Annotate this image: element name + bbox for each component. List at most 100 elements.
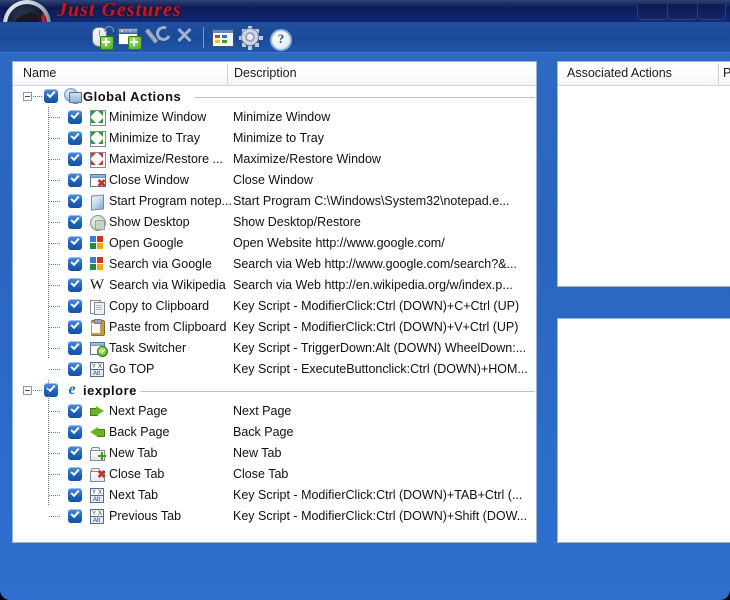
row-description: Minimize to Tray bbox=[233, 131, 324, 145]
row-checkbox[interactable] bbox=[68, 277, 82, 292]
tree-row[interactable]: Next Page Next Page bbox=[13, 401, 536, 422]
globe-monitor-icon bbox=[64, 88, 82, 104]
tree-row[interactable]: Minimize to Tray Minimize to Tray bbox=[13, 128, 536, 149]
gear-tooth bbox=[259, 36, 263, 40]
minimize-tray-icon bbox=[89, 130, 106, 147]
tree-row[interactable]: Start Program notep... Start Program C:\… bbox=[13, 191, 536, 212]
delete-button[interactable]: ✕ bbox=[172, 25, 198, 51]
google-glyph bbox=[90, 236, 104, 250]
gesture-preview-panel[interactable] bbox=[557, 318, 730, 543]
row-checkbox[interactable] bbox=[68, 424, 82, 439]
row-description: Key Script - TriggerDown:Alt (DOWN) Whee… bbox=[233, 341, 527, 355]
row-description: Next Page bbox=[233, 404, 292, 418]
column-header-associated-actions[interactable]: Associated Actions bbox=[567, 66, 672, 80]
row-checkbox[interactable] bbox=[68, 130, 82, 145]
maximize-window-button[interactable] bbox=[667, 4, 698, 20]
question-mark-icon: ? bbox=[270, 29, 292, 51]
toolbar: ✕ ? bbox=[0, 22, 730, 54]
row-checkbox[interactable] bbox=[68, 445, 82, 460]
tree-row[interactable]: Y X Alt Next Tab Key Script - ModifierCl… bbox=[13, 485, 536, 506]
gestures-tree[interactable]: Global Actions Minimize Window Minimize … bbox=[13, 86, 536, 542]
check-glyph bbox=[70, 445, 80, 456]
row-label: Minimize Window bbox=[109, 110, 207, 124]
row-checkbox[interactable] bbox=[68, 214, 82, 229]
gestures-tree-panel[interactable]: Name Description Global Actions Minimize… bbox=[12, 61, 537, 543]
row-checkbox[interactable] bbox=[68, 340, 82, 355]
tree-row[interactable]: ✖ Close Window Close Window bbox=[13, 170, 536, 191]
tree-row[interactable]: Y X Alt Go TOP Key Script - ExecuteButto… bbox=[13, 359, 536, 380]
list-view-button[interactable] bbox=[210, 25, 236, 51]
tree-row[interactable]: W Search via Wikipedia Search via Web ht… bbox=[13, 275, 536, 296]
row-checkbox[interactable] bbox=[68, 403, 82, 418]
plus-icon bbox=[100, 36, 114, 50]
row-checkbox[interactable] bbox=[68, 151, 82, 166]
gear-icon bbox=[242, 29, 258, 45]
add-gesture-button[interactable] bbox=[88, 25, 114, 51]
arrow bbox=[91, 139, 96, 144]
tree-group-row[interactable]: Global Actions bbox=[13, 86, 536, 107]
tree-row[interactable]: Open Google Open Website http://www.goog… bbox=[13, 233, 536, 254]
associated-actions-panel[interactable]: Associated Actions Pr bbox=[557, 61, 730, 287]
tree-row[interactable]: Copy to Clipboard Key Script - ModifierC… bbox=[13, 296, 536, 317]
arrow bbox=[98, 160, 103, 165]
row-checkbox[interactable] bbox=[68, 487, 82, 502]
row-description: Key Script - ModifierClick:Ctrl (DOWN)+V… bbox=[233, 320, 519, 334]
row-checkbox[interactable] bbox=[68, 172, 82, 187]
row-label: Paste from Clipboard bbox=[109, 320, 227, 334]
group-checkbox[interactable] bbox=[44, 382, 58, 397]
list-cell bbox=[215, 40, 220, 43]
row-checkbox[interactable] bbox=[68, 193, 82, 208]
row-checkbox[interactable] bbox=[68, 319, 82, 334]
group-checkbox[interactable] bbox=[44, 88, 58, 103]
key-bottom: Alt bbox=[90, 495, 104, 503]
collapse-expand-icon[interactable] bbox=[23, 386, 32, 395]
key-bottom: Alt bbox=[90, 516, 104, 524]
tree-group-row[interactable]: e iexplore bbox=[13, 380, 536, 401]
column-header-name[interactable]: Name bbox=[23, 66, 56, 80]
row-checkbox[interactable] bbox=[68, 466, 82, 481]
row-label: Minimize to Tray bbox=[109, 131, 200, 145]
row-checkbox[interactable] bbox=[68, 235, 82, 250]
keyboard-shortcut-glyph: Y X Alt bbox=[90, 488, 104, 503]
arrow bbox=[91, 160, 96, 165]
collapse-expand-icon[interactable] bbox=[23, 92, 32, 101]
column-divider[interactable] bbox=[227, 64, 228, 84]
row-checkbox[interactable] bbox=[68, 298, 82, 313]
options-button[interactable] bbox=[238, 25, 264, 51]
tree-row[interactable]: Paste from Clipboard Key Script - Modifi… bbox=[13, 317, 536, 338]
add-application-button[interactable] bbox=[116, 25, 142, 51]
tree-row[interactable]: Y X Alt Previous Tab Key Script - Modifi… bbox=[13, 506, 536, 527]
column-header-description[interactable]: Description bbox=[234, 66, 297, 80]
tree-row[interactable]: Search via Google Search via Web http://… bbox=[13, 254, 536, 275]
help-button[interactable]: ? bbox=[266, 25, 292, 51]
tree-row[interactable]: New Tab New Tab bbox=[13, 443, 536, 464]
tree-row[interactable]: Task Switcher Key Script - TriggerDown:A… bbox=[13, 338, 536, 359]
tree-row[interactable]: Maximize/Restore ... Maximize/Restore Wi… bbox=[13, 149, 536, 170]
tree-row[interactable]: ✖ Close Tab Close Tab bbox=[13, 464, 536, 485]
copy-front-page bbox=[94, 302, 105, 315]
tree-connector bbox=[49, 369, 61, 370]
window-dot-1 bbox=[121, 30, 123, 32]
tree-row[interactable]: Back Page Back Page bbox=[13, 422, 536, 443]
minimize-window-button[interactable] bbox=[637, 4, 668, 20]
row-checkbox[interactable] bbox=[68, 256, 82, 271]
tree-row[interactable]: Minimize Window Minimize Window bbox=[13, 107, 536, 128]
tree-row[interactable]: Show Desktop Show Desktop/Restore bbox=[13, 212, 536, 233]
column-header-pr[interactable]: Pr bbox=[723, 66, 730, 80]
green-check-badge bbox=[97, 346, 108, 357]
notepad-glyph bbox=[91, 194, 104, 211]
group-rule bbox=[195, 97, 535, 98]
google-icon bbox=[89, 256, 105, 272]
close-window-button[interactable] bbox=[697, 4, 726, 20]
row-checkbox[interactable] bbox=[68, 109, 82, 124]
close-tab-icon: ✖ bbox=[89, 466, 106, 482]
row-checkbox[interactable] bbox=[68, 508, 82, 523]
edit-button[interactable] bbox=[144, 23, 174, 51]
green-plus-badge bbox=[98, 452, 106, 460]
google-quad-blue bbox=[90, 257, 96, 263]
horizontal-splitter[interactable] bbox=[541, 288, 730, 316]
row-checkbox[interactable] bbox=[68, 361, 82, 376]
column-divider[interactable] bbox=[718, 64, 719, 84]
row-description: Key Script - ModifierClick:Ctrl (DOWN)+T… bbox=[233, 488, 523, 502]
row-label: Close Tab bbox=[109, 467, 165, 481]
